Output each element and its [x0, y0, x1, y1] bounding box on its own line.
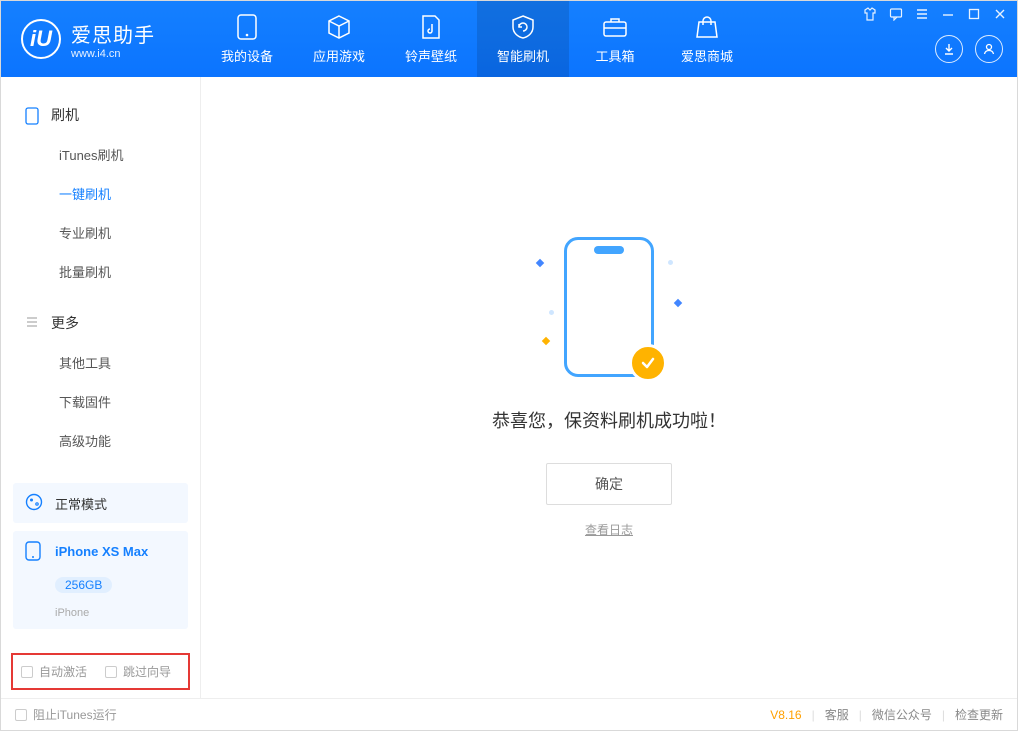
normal-mode-icon — [25, 493, 45, 513]
group-label: 刷机 — [51, 105, 79, 125]
wechat-link[interactable]: 微信公众号 — [872, 706, 932, 723]
phone-icon — [234, 14, 260, 40]
flash-options-highlight: 自动激活 跳过向导 — [11, 653, 190, 690]
tab-label: 工具箱 — [595, 46, 634, 65]
phone-success-illustration — [564, 237, 654, 377]
checkbox-skip-guide[interactable]: 跳过向导 — [105, 663, 171, 680]
checkbox-auto-activate[interactable]: 自动激活 — [21, 663, 87, 680]
title-bar: iU 爱思助手 www.i4.cn 我的设备 应用游戏 铃声壁纸 智能刷机 工具… — [1, 1, 1017, 77]
tab-apps[interactable]: 应用游戏 — [293, 1, 385, 77]
tab-flash[interactable]: 智能刷机 — [477, 1, 569, 77]
tab-label: 爱思商城 — [681, 46, 733, 65]
checkbox-label: 自动激活 — [39, 663, 87, 680]
support-link[interactable]: 客服 — [825, 706, 849, 723]
tab-label: 应用游戏 — [313, 46, 365, 65]
view-log-link[interactable]: 查看日志 — [585, 521, 633, 538]
success-message: 恭喜您，保资料刷机成功啦！ — [492, 407, 726, 433]
maximize-icon[interactable] — [967, 7, 981, 24]
device-capacity: 256GB — [55, 577, 112, 593]
sidebar-item-pro-flash[interactable]: 专业刷机 — [1, 213, 200, 252]
feedback-icon[interactable] — [889, 7, 903, 24]
sidebar-item-advanced[interactable]: 高级功能 — [1, 421, 200, 460]
app-title: 爱思助手 — [71, 19, 155, 48]
bag-icon — [694, 14, 720, 40]
download-manager-icon[interactable] — [935, 35, 963, 63]
device-name: iPhone XS Max — [55, 544, 148, 559]
skin-icon[interactable] — [863, 7, 877, 24]
refresh-shield-icon — [510, 14, 536, 40]
phone-outline-icon — [25, 107, 41, 123]
tab-ringtones[interactable]: 铃声壁纸 — [385, 1, 477, 77]
device-kind: iPhone — [55, 607, 89, 619]
app-logo: iU 爱思助手 www.i4.cn — [1, 19, 201, 60]
music-file-icon — [418, 14, 444, 40]
device-card[interactable]: iPhone XS Max 256GB iPhone — [13, 531, 188, 629]
checkmark-badge-icon — [629, 344, 667, 382]
close-icon[interactable] — [993, 7, 1007, 24]
sidebar-item-itunes-flash[interactable]: iTunes刷机 — [1, 135, 200, 174]
account-icon[interactable] — [975, 35, 1003, 63]
list-icon — [25, 315, 41, 331]
sidebar-item-oneclick-flash[interactable]: 一键刷机 — [1, 174, 200, 213]
sidebar-item-batch-flash[interactable]: 批量刷机 — [1, 252, 200, 291]
mode-label: 正常模式 — [55, 494, 107, 513]
group-label: 更多 — [51, 313, 79, 333]
device-icon — [25, 541, 45, 561]
check-update-link[interactable]: 检查更新 — [955, 706, 1003, 723]
window-controls — [863, 7, 1007, 24]
tab-label: 我的设备 — [221, 46, 273, 65]
menu-icon[interactable] — [915, 7, 929, 24]
tab-label: 铃声壁纸 — [405, 46, 457, 65]
app-url: www.i4.cn — [71, 48, 155, 60]
sidebar: 刷机 iTunes刷机 一键刷机 专业刷机 批量刷机 更多 其他工具 下载固件 … — [1, 77, 201, 698]
main-tabs: 我的设备 应用游戏 铃声壁纸 智能刷机 工具箱 爱思商城 — [201, 1, 753, 77]
checkbox-label: 跳过向导 — [123, 663, 171, 680]
tab-toolbox[interactable]: 工具箱 — [569, 1, 661, 77]
cube-icon — [326, 14, 352, 40]
checkbox-label: 阻止iTunes运行 — [33, 706, 117, 723]
checkbox-block-itunes[interactable]: 阻止iTunes运行 — [15, 706, 117, 723]
minimize-icon[interactable] — [941, 7, 955, 24]
tab-my-device[interactable]: 我的设备 — [201, 1, 293, 77]
status-bar: 阻止iTunes运行 V8.16 | 客服 | 微信公众号 | 检查更新 — [1, 698, 1017, 730]
tab-label: 智能刷机 — [497, 46, 549, 65]
logo-icon: iU — [21, 19, 61, 59]
mode-card[interactable]: 正常模式 — [13, 483, 188, 523]
main-content: 恭喜您，保资料刷机成功啦！ 确定 查看日志 — [201, 77, 1017, 698]
ok-button[interactable]: 确定 — [546, 463, 672, 505]
sidebar-item-download-firmware[interactable]: 下载固件 — [1, 382, 200, 421]
version-label: V8.16 — [770, 708, 801, 722]
sidebar-item-other-tools[interactable]: 其他工具 — [1, 343, 200, 382]
tab-store[interactable]: 爱思商城 — [661, 1, 753, 77]
sidebar-group-more: 更多 — [1, 303, 200, 343]
sidebar-group-flash: 刷机 — [1, 95, 200, 135]
toolbox-icon — [602, 14, 628, 40]
